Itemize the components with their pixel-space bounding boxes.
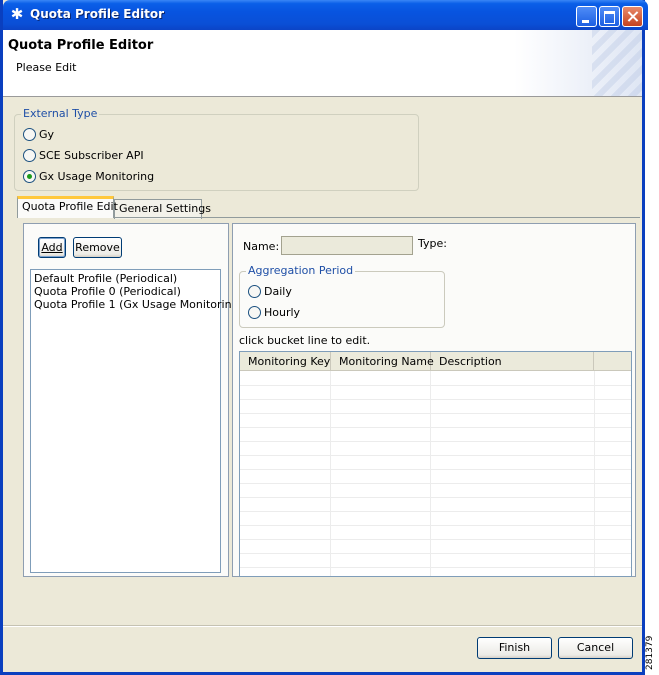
grid-line <box>330 371 331 576</box>
aggregation-period-group: Aggregation Period Daily Hourly <box>239 264 445 328</box>
radio-sce-label: SCE Subscriber API <box>39 149 144 162</box>
cancel-button[interactable]: Cancel <box>558 637 633 659</box>
grid-line <box>240 497 631 498</box>
table-header: Monitoring Key Monitoring Name Descripti… <box>240 352 631 371</box>
tab-quota-profile-edit-label: Quota Profile Edit <box>22 200 118 213</box>
tab-general-settings-label: General Settings <box>119 202 211 215</box>
column-header-monitoring-name[interactable]: Monitoring Name <box>331 352 434 371</box>
app-icon: ✱ <box>10 5 24 23</box>
buckets-table[interactable]: Monitoring Key Monitoring Name Descripti… <box>239 351 632 577</box>
name-input[interactable] <box>281 236 413 255</box>
grid-line <box>240 413 631 414</box>
add-button-label: Add <box>41 241 63 254</box>
grid-line <box>240 385 631 386</box>
column-header-monitoring-key[interactable]: Monitoring Key <box>240 352 331 371</box>
external-type-legend: External Type <box>21 107 100 120</box>
radio-sce-circle[interactable] <box>23 149 36 162</box>
radio-gx-circle[interactable] <box>23 170 36 183</box>
radio-daily-label: Daily <box>264 285 292 298</box>
list-item[interactable]: Quota Profile 0 (Periodical) <box>31 285 220 298</box>
add-button[interactable]: Add <box>38 237 66 258</box>
tab-general-settings[interactable]: General Settings <box>114 199 211 219</box>
grid-line <box>594 371 595 576</box>
finish-button-label: Finish <box>498 641 531 654</box>
maximize-button[interactable] <box>599 6 620 27</box>
remove-button[interactable]: Remove <box>73 237 122 258</box>
grid-line <box>430 371 431 576</box>
radio-gy-label: Gy <box>39 128 55 141</box>
radio-gx-label: Gx Usage Monitoring <box>39 170 155 183</box>
header-banner: Quota Profile Editor Please Edit <box>3 30 642 97</box>
close-button[interactable] <box>622 6 643 27</box>
grid-line <box>240 567 631 568</box>
banner-subtitle: Please Edit <box>16 61 77 74</box>
figure-code: 281379 <box>645 630 659 675</box>
window-title: Quota Profile Editor <box>30 7 165 21</box>
grid-line <box>240 483 631 484</box>
profiles-panel: Add Remove Default Profile (Periodical) … <box>23 223 243 577</box>
grid-line <box>240 441 631 442</box>
minimize-button[interactable] <box>576 6 597 27</box>
radio-daily-circle[interactable] <box>248 285 261 298</box>
type-label: Type: <box>418 237 447 250</box>
tab-quota-profile-edit[interactable]: Quota Profile Edit <box>17 196 118 218</box>
grid-line <box>240 525 631 526</box>
bucket-hint: click bucket line to edit. <box>239 334 371 347</box>
grid-line <box>240 399 631 400</box>
quota-profile-editor-window: ✱ Quota Profile Editor Quota Profile Edi… <box>0 0 648 675</box>
finish-button[interactable]: Finish <box>477 637 552 659</box>
name-label: Name: <box>243 240 280 253</box>
grid-line <box>240 553 631 554</box>
list-item[interactable]: Quota Profile 1 (Gx Usage Monitoring) <box>31 298 243 311</box>
radio-hourly-circle[interactable] <box>248 306 261 319</box>
banner-title: Quota Profile Editor <box>8 38 154 53</box>
radio-gy-circle[interactable] <box>23 128 36 141</box>
cancel-button-label: Cancel <box>576 641 615 654</box>
banner-decoration <box>592 30 642 96</box>
grid-line <box>240 539 631 540</box>
aggregation-period-legend: Aggregation Period <box>246 264 356 277</box>
title-bar[interactable]: ✱ Quota Profile Editor <box>3 0 648 30</box>
grid-line <box>240 511 631 512</box>
remove-button-label: Remove <box>75 241 120 254</box>
grid-line <box>240 455 631 456</box>
grid-line <box>240 469 631 470</box>
profile-details-panel: Name: Type: Aggregation Period Daily Hou… <box>232 223 636 577</box>
column-header-description[interactable]: Description <box>431 352 594 371</box>
grid-line <box>240 427 631 428</box>
footer-separator-highlight <box>3 626 642 627</box>
radio-hourly-label: Hourly <box>264 306 301 319</box>
profiles-list[interactable]: Default Profile (Periodical) Quota Profi… <box>30 269 243 573</box>
external-type-group: External Type Gy SCE Subscriber API Gx U… <box>14 107 419 191</box>
list-item[interactable]: Default Profile (Periodical) <box>31 272 220 285</box>
